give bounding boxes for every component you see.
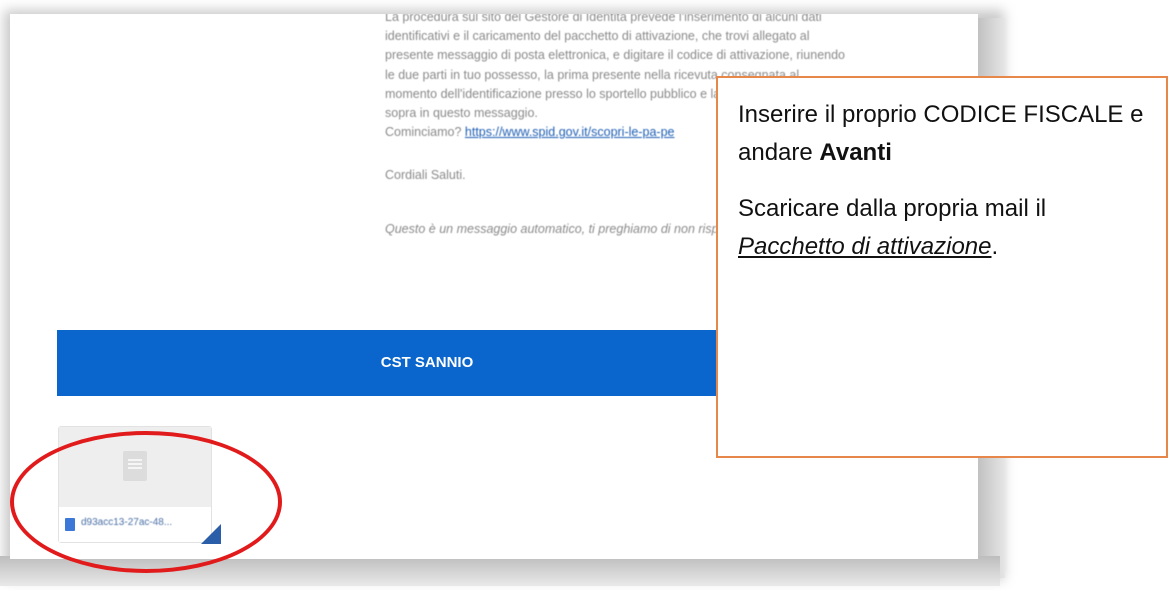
instruction-text: Inserire il proprio CODICE FISCALE e and… (738, 101, 1144, 166)
footer-label: CST SANNIO (380, 354, 474, 371)
instruction-emphasis: Pacchetto di attivazione (738, 233, 992, 260)
email-line: presente messaggio di posta elettronica,… (385, 48, 845, 63)
email-line: identificativi e il caricamento del pacc… (385, 29, 810, 44)
instruction-step-2: Scaricare dalla propria mail il Pacchett… (738, 190, 1150, 266)
instruction-step-1: Inserire il proprio CODICE FISCALE e and… (738, 96, 1150, 172)
instruction-bold: Avanti (819, 139, 892, 166)
highlight-ring (10, 431, 282, 573)
instruction-suffix: . (991, 233, 999, 260)
instruction-text: Scaricare dalla propria mail il (738, 195, 1047, 222)
instruction-callout: Inserire il proprio CODICE FISCALE e and… (716, 76, 1168, 458)
spid-link[interactable]: https://www.spid.gov.it/scopri-le-pa-pe (465, 125, 675, 139)
start-prompt: Cominciamo? (385, 125, 462, 140)
email-line: La procedura sul sito del Gestore di Ide… (385, 14, 822, 24)
